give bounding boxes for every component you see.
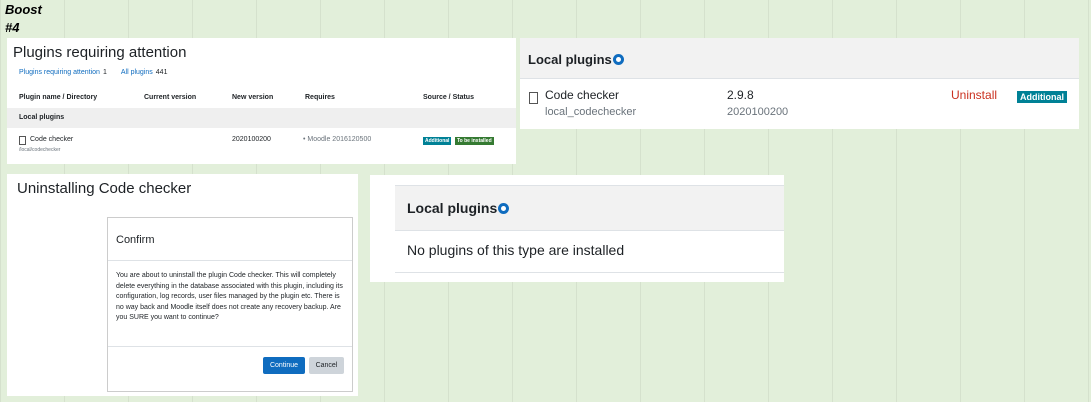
filter-attention-link[interactable]: Plugins requiring attention	[19, 69, 100, 76]
theme-label: Boost	[5, 2, 42, 17]
section-title: Local plugins	[528, 52, 624, 67]
local-plugins-empty-panel: Local plugins No plugins of this type ar…	[370, 175, 784, 282]
requires: • Moodle 2016120500	[303, 136, 372, 143]
divider	[395, 272, 784, 273]
plugin-dir: /local/codechecker	[19, 147, 61, 153]
dialog-title: Confirm	[116, 234, 155, 246]
dialog-body: You are about to uninstall the plugin Co…	[116, 272, 343, 321]
section-header: Local plugins	[520, 38, 1079, 79]
source-badge: Additional	[1017, 91, 1067, 103]
new-version: 2020100200	[232, 136, 271, 143]
table-row: Code checker /local/codechecker 20201002…	[7, 130, 516, 158]
gear-icon[interactable]	[612, 54, 624, 65]
continue-button[interactable]: Continue	[263, 357, 305, 374]
group-label: Local plugins	[19, 114, 65, 121]
plugin-name: Code checker	[545, 88, 620, 102]
group-row: Local plugins	[7, 108, 516, 128]
file-icon	[529, 92, 538, 104]
filter-links: Plugins requiring attention 1 All plugins 4…	[19, 69, 181, 76]
uninstall-panel: Uninstalling Code checker Confirm You ar…	[7, 174, 358, 396]
section-title: Local plugins	[407, 200, 510, 216]
theme-sublabel: #4	[5, 20, 20, 35]
filter-all-link[interactable]: All plugins	[121, 69, 153, 76]
plugin-version: 2.9.8	[727, 88, 754, 102]
section-title-text: Local plugins	[528, 52, 612, 67]
page-title: Plugins requiring attention	[13, 44, 187, 61]
cancel-button[interactable]: Cancel	[309, 357, 344, 374]
gear-icon[interactable]	[498, 203, 510, 214]
column-header: Requires	[305, 94, 335, 101]
section-header: Local plugins	[395, 185, 784, 231]
dialog-footer: Continue Cancel	[108, 346, 352, 392]
confirm-dialog: Confirm You are about to uninstall the p…	[107, 217, 353, 392]
column-header: New version	[232, 94, 274, 101]
local-plugins-panel: Local plugins Code checker local_codeche…	[520, 38, 1079, 129]
filter-all-count: 441	[155, 69, 168, 76]
source-badge: Additional	[423, 137, 452, 145]
plugin-name: Code checker	[30, 136, 74, 143]
column-header: Plugin name / Directory	[19, 94, 98, 101]
page-title: Uninstalling Code checker	[17, 180, 192, 197]
empty-message: No plugins of this type are installed	[407, 242, 625, 258]
section-title-text: Local plugins	[407, 200, 498, 216]
column-header: Source / Status	[423, 94, 474, 101]
plugins-attention-panel: Plugins requiring attention Plugins requ…	[7, 38, 516, 164]
uninstall-link[interactable]: Uninstall	[951, 88, 997, 102]
status-badge: To be installed	[455, 137, 494, 145]
filter-attention-count: 1	[102, 69, 107, 76]
column-header: Current version	[144, 94, 197, 101]
file-icon	[19, 136, 26, 145]
plugin-dir: local_codechecker	[545, 106, 637, 118]
table-header: Plugin name / Directory Current version …	[7, 90, 516, 107]
dialog-header: Confirm	[108, 218, 352, 261]
plugin-build: 2020100200	[727, 106, 789, 118]
